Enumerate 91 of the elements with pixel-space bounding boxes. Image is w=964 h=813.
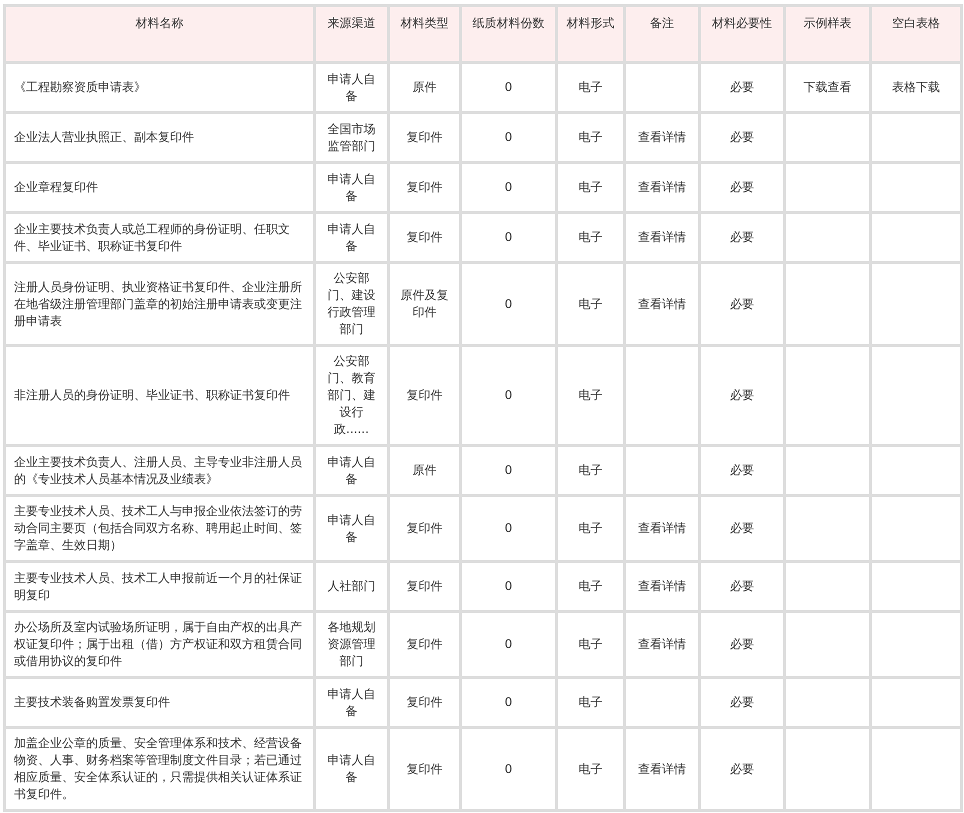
- table-cell-text: 复印件: [406, 637, 442, 651]
- table-cell-text: 申请人自备: [328, 222, 376, 252]
- table-cell-text: 复印件: [406, 521, 442, 535]
- table-link[interactable]: 下载查看: [804, 80, 852, 94]
- table-cell-text: 电子: [578, 296, 602, 310]
- column-header: 备注: [650, 16, 674, 30]
- table-cell-text: 0: [504, 180, 512, 194]
- table-link[interactable]: 查看详情: [638, 637, 686, 651]
- table-cell-text: 全国市场监管部门: [328, 122, 376, 152]
- table-link[interactable]: 表格下载: [892, 80, 940, 94]
- table-link[interactable]: 查看详情: [638, 230, 686, 244]
- table-cell-text: 0: [504, 637, 512, 651]
- table-link[interactable]: 查看详情: [638, 521, 686, 535]
- table-cell-text: 复印件: [406, 579, 442, 593]
- table-cell-text: 必要: [730, 230, 754, 244]
- table-cell-text: 0: [504, 695, 512, 709]
- table-cell-text: 申请人自备: [328, 512, 376, 544]
- table-cell-text: 电子: [578, 579, 602, 593]
- table-cell-text: 必要: [730, 762, 754, 776]
- table-cell-text: 申请人自备: [328, 454, 376, 486]
- table-cell-text: 必要: [730, 180, 754, 194]
- table-cell-text: 申请人自备: [328, 172, 376, 202]
- table-cell-text: 电子: [578, 80, 602, 94]
- table-cell-text: 必要: [730, 130, 754, 144]
- table-cell-text: 必要: [730, 463, 754, 477]
- table-cell-text: 0: [504, 762, 512, 776]
- table-cell-text: 主要技术装备购置发票复印件: [14, 695, 170, 709]
- column-header: 材料必要性: [712, 16, 772, 30]
- table-cell-text: 人社部门: [328, 579, 376, 593]
- table-cell-text: 电子: [578, 130, 602, 144]
- table-cell-text: 必要: [730, 637, 754, 651]
- table-cell-text: 原件: [412, 463, 436, 477]
- column-header: 示例样表: [804, 16, 852, 30]
- table-cell-text: 原件及复印件: [400, 288, 448, 319]
- table-cell-text: 电子: [578, 388, 602, 402]
- table-link[interactable]: 查看详情: [638, 296, 686, 310]
- table-cell-text: 电子: [578, 521, 602, 535]
- table-cell-text: 0: [504, 296, 512, 310]
- table-cell-text: 电子: [578, 463, 602, 477]
- table-cell-text: 0: [504, 521, 512, 535]
- table-cell-text: 0: [504, 80, 512, 94]
- table-link[interactable]: 查看详情: [638, 762, 686, 776]
- table-link[interactable]: 查看详情: [638, 579, 686, 593]
- table-cell-text: 0: [504, 579, 512, 593]
- table-cell-text: 企业章程复印件: [14, 180, 98, 194]
- table-cell-text: 必要: [730, 521, 754, 535]
- table-cell-text: 非注册人员的身份证明、毕业证书、职称证书复印件: [14, 388, 290, 402]
- table-cell-text: 电子: [578, 180, 602, 194]
- table-cell-text: 0: [504, 230, 512, 244]
- table-cell-text: 注册人员身份证明、执业资格证书复印件、企业注册所在地省级注册管理部门盖章的初始注册申请表或变更注册申请表: [14, 280, 302, 328]
- table-cell-text: 复印件: [406, 762, 442, 776]
- table-cell-text: 公安部门、建设行政管理部门: [328, 271, 376, 336]
- column-header: 来源渠道: [328, 16, 376, 30]
- table-cell-text: 申请人自备: [328, 686, 376, 718]
- table-cell-text: 加盖企业公章的质量、安全管理体系和技术、经营设备物资、人事、财务档案等管理制度文件目录；若已通过相应质量、安全体系认证的，只需提供相关认证体系证书复印件。: [14, 736, 302, 801]
- table-cell-text: 申请人自备: [328, 753, 376, 784]
- table-cell-text: 必要: [730, 695, 754, 709]
- table-link[interactable]: 查看详情: [638, 180, 686, 194]
- table-cell-text: 复印件: [406, 388, 442, 402]
- column-header: 纸质材料份数: [472, 16, 544, 30]
- table-cell-text: 电子: [578, 695, 602, 709]
- table-cell-text: 0: [504, 130, 512, 144]
- table-cell-text: 0: [504, 463, 512, 477]
- column-header: 空白表格: [892, 16, 940, 30]
- table-cell-text: 必要: [730, 388, 754, 402]
- table-cell-text: 复印件: [406, 230, 442, 244]
- table-cell-text: 电子: [578, 762, 602, 776]
- table-cell-text: 原件: [412, 80, 436, 94]
- table-cell-text: 公安部门、教育部门、建设行政......: [328, 354, 376, 436]
- table-cell-text: 复印件: [406, 180, 442, 194]
- table-link[interactable]: 查看详情: [638, 130, 686, 144]
- table-cell-text: 《工程勘察资质申请表》: [14, 80, 146, 94]
- table-cell-text: 必要: [730, 579, 754, 593]
- table-cell-text: 办公场所及室内试验场所证明，属于自由产权的出具产权证复印件；属于出租（借）方产权证和双方租赁合同或借用协议的复印件: [14, 620, 302, 668]
- table-cell-text: 主要专业技术人员、技术工人与申报企业依法签订的劳动合同主要页（包括合同双方名称、聘用起止时间、签字盖章、生效日期）: [14, 504, 302, 552]
- table-cell-text: 0: [504, 388, 512, 402]
- table-cell-text: 必要: [730, 80, 754, 94]
- table-cell-text: 企业主要技术负责人、注册人员、主导专业非注册人员的《专业技术人员基本情况及业绩表》: [14, 454, 302, 486]
- column-header: 材料形式: [566, 16, 614, 30]
- table-cell-text: 各地规划资源管理部门: [328, 620, 376, 668]
- table-cell-text: 电子: [578, 230, 602, 244]
- table-cell-text: 主要专业技术人员、技术工人申报前近一个月的社保证明复印: [14, 570, 302, 602]
- table-cell-text: 复印件: [406, 695, 442, 709]
- table-cell-text: 电子: [578, 637, 602, 651]
- table-cell-text: 复印件: [406, 130, 442, 144]
- table-cell-text: 企业主要技术负责人或总工程师的身份证明、任职文件、毕业证书、职称证书复印件: [14, 222, 290, 252]
- table-cell-text: 企业法人营业执照正、副本复印件: [14, 130, 194, 144]
- column-header: 材料类型: [400, 16, 448, 30]
- table-cell-text: 必要: [730, 296, 754, 310]
- column-header: 材料名称: [136, 16, 184, 30]
- table-cell-text: 申请人自备: [328, 72, 376, 102]
